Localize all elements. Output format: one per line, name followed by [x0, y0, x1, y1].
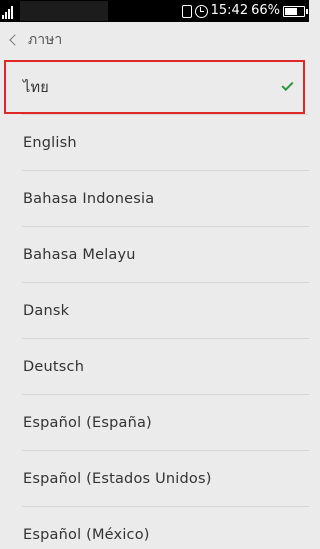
status-time: 15:42	[210, 3, 249, 18]
language-item-espanol-mexico[interactable]: Español (México)	[0, 507, 309, 549]
language-item-dansk[interactable]: Dansk	[0, 283, 309, 339]
language-item-espanol-espana[interactable]: Español (España)	[0, 395, 309, 451]
language-list: ไทย English Bahasa Indonesia Bahasa Mela…	[0, 59, 309, 549]
page-title: ภาษา	[28, 32, 63, 48]
battery-percent: 66%	[251, 3, 280, 18]
battery-fill	[285, 7, 297, 15]
language-label: Español (México)	[23, 527, 150, 543]
language-item-deutsch[interactable]: Deutsch	[0, 339, 309, 395]
language-item-bahasa-indonesia[interactable]: Bahasa Indonesia	[0, 171, 309, 227]
language-label: Bahasa Melayu	[23, 247, 136, 263]
vibrate-icon	[181, 4, 192, 18]
language-label: Español (España)	[23, 415, 152, 431]
language-item-espanol-estados-unidos[interactable]: Español (Estados Unidos)	[0, 451, 309, 507]
language-item-bahasa-melayu[interactable]: Bahasa Melayu	[0, 227, 309, 283]
language-item-english[interactable]: English	[0, 115, 309, 171]
status-left	[2, 3, 16, 19]
language-label: Deutsch	[23, 359, 85, 375]
sim-signal-icon	[2, 4, 16, 19]
header: ภาษา	[0, 22, 309, 58]
back-chevron-icon	[9, 34, 21, 46]
language-item-thai[interactable]: ไทย	[0, 59, 309, 115]
language-label: Dansk	[23, 303, 70, 319]
battery-icon	[283, 5, 308, 17]
carrier-redacted	[20, 1, 108, 21]
alarm-icon	[194, 4, 208, 18]
language-label: Español (Estados Unidos)	[23, 471, 212, 487]
language-label: ไทย	[23, 79, 49, 96]
status-bar: 15:42 66%	[0, 0, 309, 22]
language-label: English	[23, 135, 77, 151]
back-button[interactable]: ภาษา	[0, 22, 62, 58]
checkmark-icon	[281, 78, 294, 92]
language-label: Bahasa Indonesia	[23, 191, 155, 207]
status-right: 15:42 66%	[181, 0, 308, 22]
